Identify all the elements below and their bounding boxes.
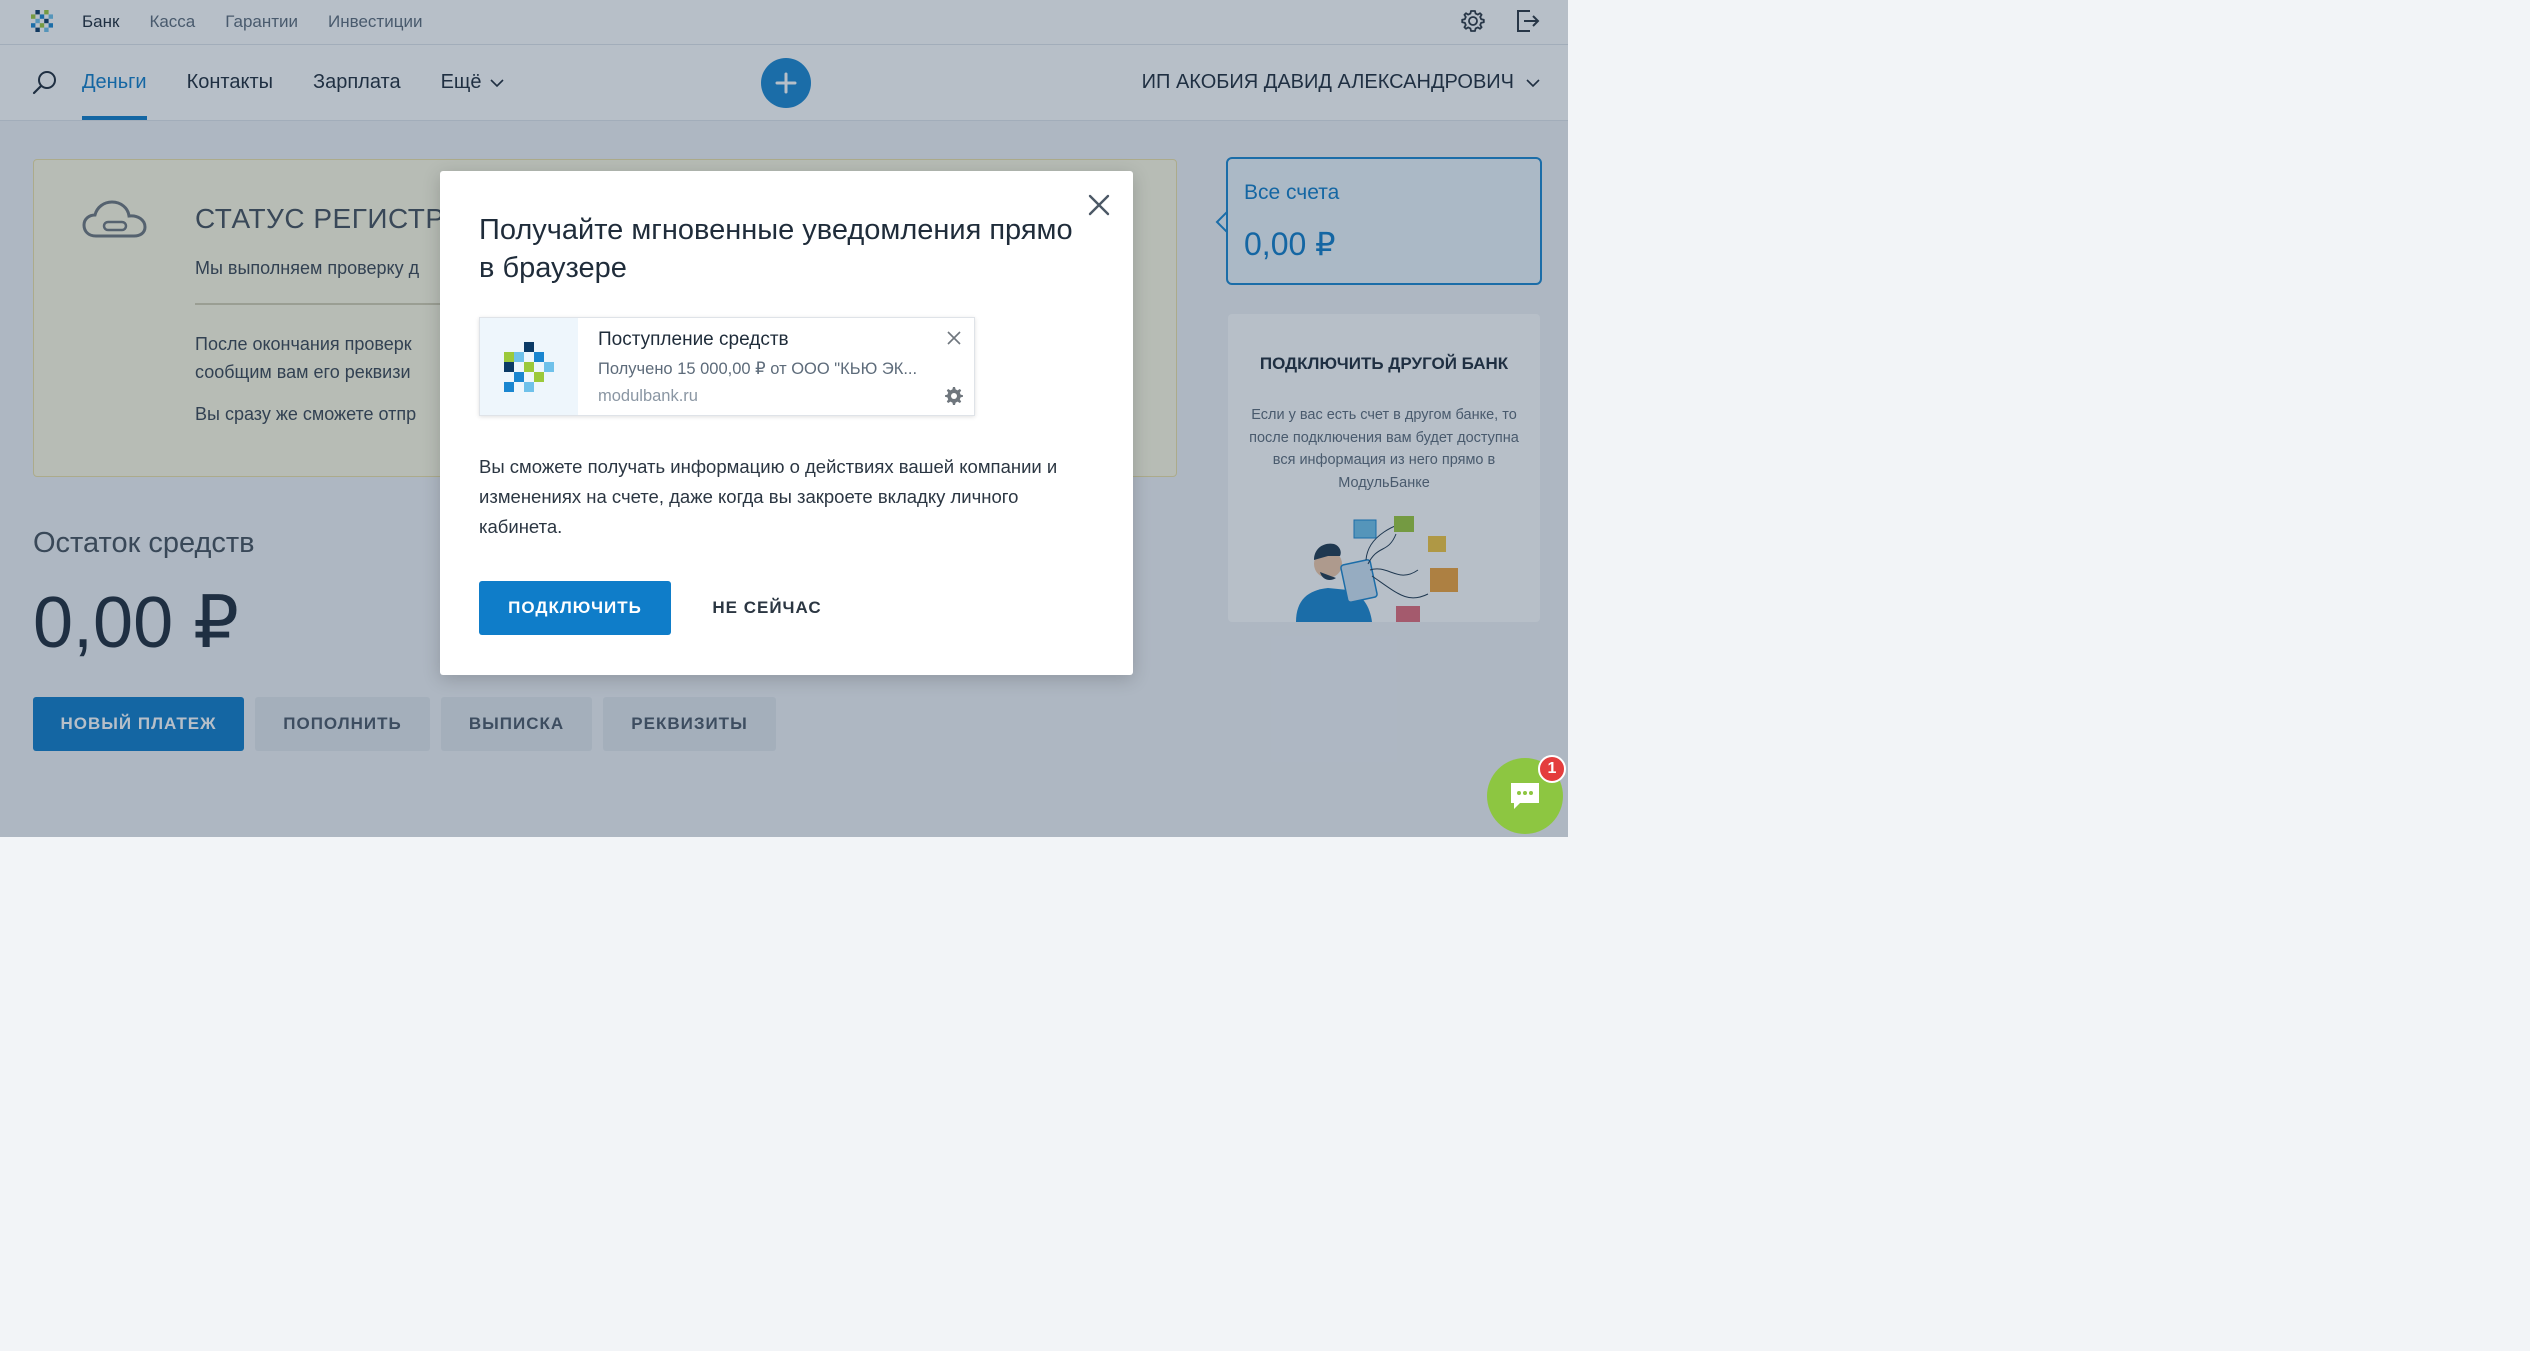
close-icon[interactable] [1087, 193, 1111, 217]
modulbank-logo-icon [504, 342, 554, 392]
dialog-description: Вы сможете получать информацию о действи… [479, 456, 1058, 537]
chat-unread-badge: 1 [1538, 755, 1566, 783]
notifications-dialog: Получайте мгновенные уведомления прямо в… [440, 171, 1133, 675]
connect-button[interactable]: ПОДКЛЮЧИТЬ [479, 581, 671, 635]
dialog-title: Получайте мгновенные уведомления прямо в… [479, 214, 1073, 284]
chat-icon [1511, 783, 1539, 809]
notification-body: Получено 15 000,00 ₽ от ООО "КЬЮ ЭК... [598, 360, 918, 378]
gear-icon [945, 387, 963, 405]
not-now-button[interactable]: НЕ СЕЙЧАС [702, 581, 832, 635]
notification-title: Поступление средств [598, 329, 789, 350]
notification-domain: modulbank.ru [598, 387, 698, 405]
notification-preview: Поступление средств Получено 15 000,00 ₽… [479, 317, 975, 416]
notification-logo-area [480, 318, 578, 415]
close-icon [947, 331, 961, 345]
